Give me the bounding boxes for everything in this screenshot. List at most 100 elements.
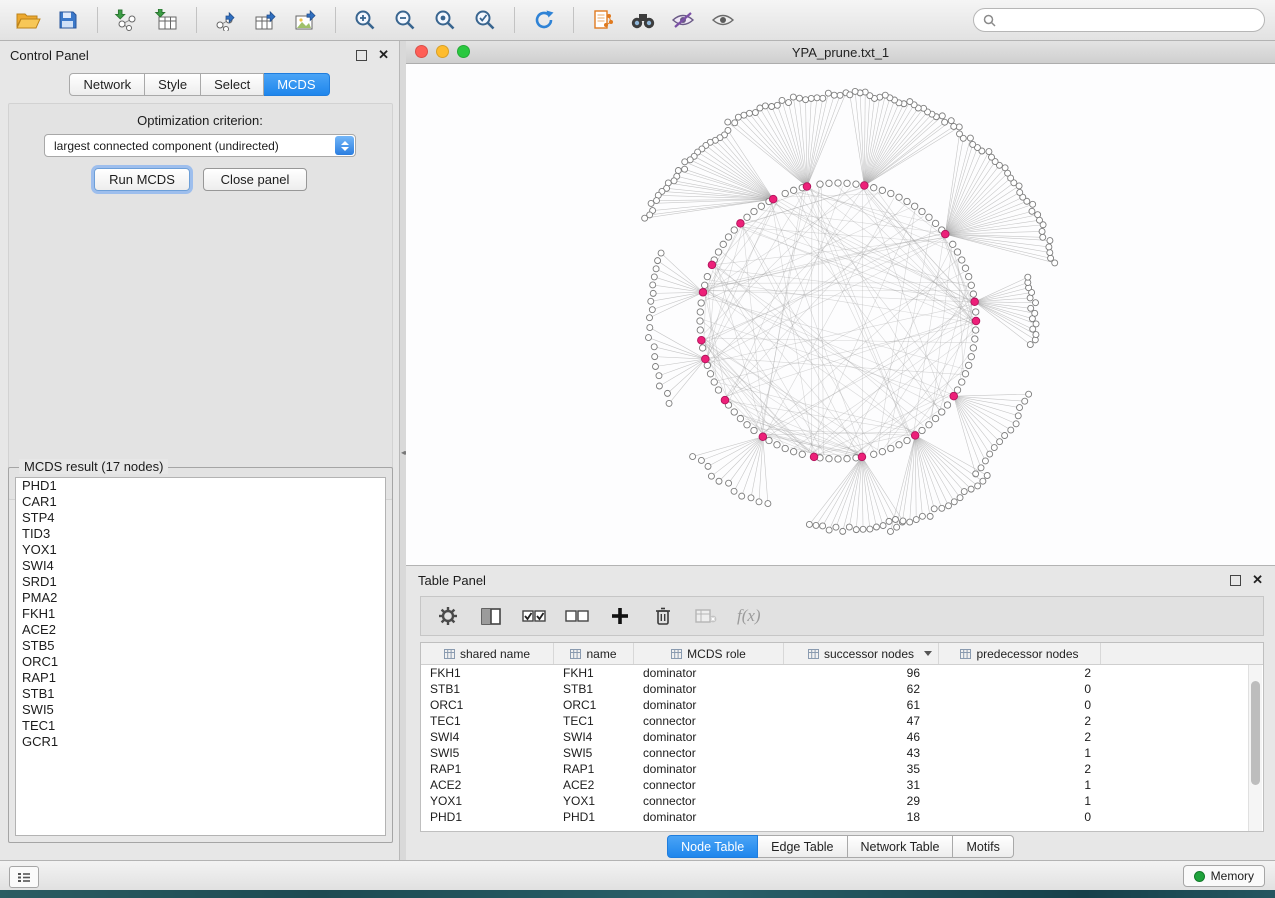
create-column-button[interactable] [608, 604, 632, 628]
mcds-result-item[interactable]: PHD1 [16, 478, 385, 494]
table-row[interactable]: STB1STB1dominator620 [421, 681, 1263, 697]
sort-dropdown-icon[interactable] [924, 651, 932, 656]
table-row[interactable]: SWI5SWI5connector431 [421, 745, 1263, 761]
open-file-button[interactable] [10, 4, 46, 36]
mcds-result-item[interactable]: SWI4 [16, 558, 385, 574]
table-cell: connector [634, 746, 784, 760]
toolbar-separator [335, 7, 336, 33]
zoom-out-button[interactable] [387, 4, 423, 36]
import-table-button[interactable] [149, 4, 185, 36]
optimization-criterion-select[interactable]: largest connected component (undirected) [44, 134, 356, 157]
mcds-result-item[interactable]: FKH1 [16, 606, 385, 622]
minimize-window-icon[interactable] [436, 45, 449, 58]
table-cell: 29 [784, 794, 939, 808]
mcds-result-item[interactable]: STB5 [16, 638, 385, 654]
memory-label: Memory [1211, 869, 1254, 883]
table-cell: 61 [784, 698, 939, 712]
table-cell: connector [634, 794, 784, 808]
zoom-selected-button[interactable] [467, 4, 503, 36]
tab-edge-table[interactable]: Edge Table [758, 835, 847, 858]
tab-mcds[interactable]: MCDS [264, 73, 329, 96]
share-network-button[interactable] [585, 4, 621, 36]
network-canvas-svg[interactable] [406, 63, 1275, 565]
mcds-result-item[interactable]: CAR1 [16, 494, 385, 510]
table-cell: 43 [784, 746, 939, 760]
close-panel-icon[interactable]: ✕ [378, 50, 389, 60]
control-panel-header: Control Panel ✕ [0, 41, 399, 69]
close-panel-button[interactable]: Close panel [203, 168, 307, 191]
column-header-successor-nodes[interactable]: successor nodes [784, 643, 939, 664]
mcds-result-item[interactable]: STP4 [16, 510, 385, 526]
table-row[interactable]: ORC1ORC1dominator610 [421, 697, 1263, 713]
mcds-result-item[interactable]: ORC1 [16, 654, 385, 670]
column-header-mcds-role[interactable]: MCDS role [634, 643, 784, 664]
export-table-button[interactable] [248, 4, 284, 36]
refresh-button[interactable] [526, 4, 562, 36]
search-input[interactable] [1002, 12, 1255, 28]
tab-node-table[interactable]: Node Table [667, 835, 758, 858]
unselect-all-columns-button[interactable] [565, 604, 589, 628]
select-all-columns-button[interactable] [522, 604, 546, 628]
table-cell: 0 [939, 698, 1101, 712]
tab-network-table[interactable]: Network Table [848, 835, 954, 858]
mcds-result-item[interactable]: SWI5 [16, 702, 385, 718]
table-row[interactable]: TEC1TEC1connector472 [421, 713, 1263, 729]
hide-selected-button[interactable] [665, 4, 701, 36]
table-row[interactable]: SWI4SWI4dominator462 [421, 729, 1263, 745]
export-image-button[interactable] [288, 4, 324, 36]
table-cell: PHD1 [421, 810, 554, 824]
float-panel-icon[interactable] [1230, 575, 1241, 586]
close-window-icon[interactable] [415, 45, 428, 58]
table-cell: dominator [634, 698, 784, 712]
zoom-fit-button[interactable] [427, 4, 463, 36]
mcds-result-item[interactable]: ACE2 [16, 622, 385, 638]
column-label: successor nodes [824, 647, 914, 661]
global-search-field[interactable] [973, 8, 1265, 32]
scrollbar-thumb[interactable] [1251, 681, 1260, 785]
find-button[interactable] [625, 4, 661, 36]
mcds-result-item[interactable]: PMA2 [16, 590, 385, 606]
mcds-result-item[interactable]: GCR1 [16, 734, 385, 750]
mcds-result-item[interactable]: TEC1 [16, 718, 385, 734]
column-header-predecessor-nodes[interactable]: predecessor nodes [939, 643, 1101, 664]
share-document-icon [592, 9, 614, 31]
mcds-tab-content [8, 103, 393, 500]
column-label: MCDS role [687, 647, 746, 661]
table-row[interactable]: YOX1YOX1connector291 [421, 793, 1263, 809]
mcds-result-item[interactable]: RAP1 [16, 670, 385, 686]
mcds-result-item[interactable]: YOX1 [16, 542, 385, 558]
mcds-result-list[interactable]: PHD1CAR1STP4TID3YOX1SWI4SRD1PMA2FKH1ACE2… [15, 477, 386, 836]
tab-style[interactable]: Style [145, 73, 201, 96]
export-table-icon [253, 9, 279, 31]
tab-network[interactable]: Network [69, 73, 145, 96]
export-network-button[interactable] [208, 4, 244, 36]
main-toolbar [0, 0, 1275, 41]
table-row[interactable]: FKH1FKH1dominator962 [421, 665, 1263, 681]
table-mode-button[interactable] [436, 604, 460, 628]
show-columns-button[interactable] [479, 604, 503, 628]
zoom-in-button[interactable] [347, 4, 383, 36]
float-panel-icon[interactable] [356, 50, 367, 61]
table-scrollbar[interactable] [1248, 665, 1262, 832]
column-header-shared-name[interactable]: shared name [421, 643, 554, 664]
column-header-name[interactable]: name [554, 643, 634, 664]
table-row[interactable]: RAP1RAP1dominator352 [421, 761, 1263, 777]
network-window-titlebar[interactable]: YPA_prune.txt_1 [406, 41, 1275, 64]
close-panel-icon[interactable]: ✕ [1252, 575, 1263, 585]
memory-button[interactable]: Memory [1183, 865, 1265, 887]
import-network-button[interactable] [109, 4, 145, 36]
panel-menu-button[interactable] [9, 866, 39, 888]
zoom-selected-icon [474, 9, 496, 31]
save-session-button[interactable] [50, 4, 86, 36]
table-row[interactable]: ACE2ACE2connector311 [421, 777, 1263, 793]
table-row[interactable]: PHD1PHD1dominator180 [421, 809, 1263, 825]
tab-select[interactable]: Select [201, 73, 264, 96]
maximize-window-icon[interactable] [457, 45, 470, 58]
delete-column-button[interactable] [651, 604, 675, 628]
show-all-button[interactable] [705, 4, 741, 36]
mcds-result-item[interactable]: TID3 [16, 526, 385, 542]
tab-motifs[interactable]: Motifs [953, 835, 1013, 858]
mcds-result-item[interactable]: STB1 [16, 686, 385, 702]
mcds-result-item[interactable]: SRD1 [16, 574, 385, 590]
run-mcds-button[interactable]: Run MCDS [94, 168, 190, 191]
